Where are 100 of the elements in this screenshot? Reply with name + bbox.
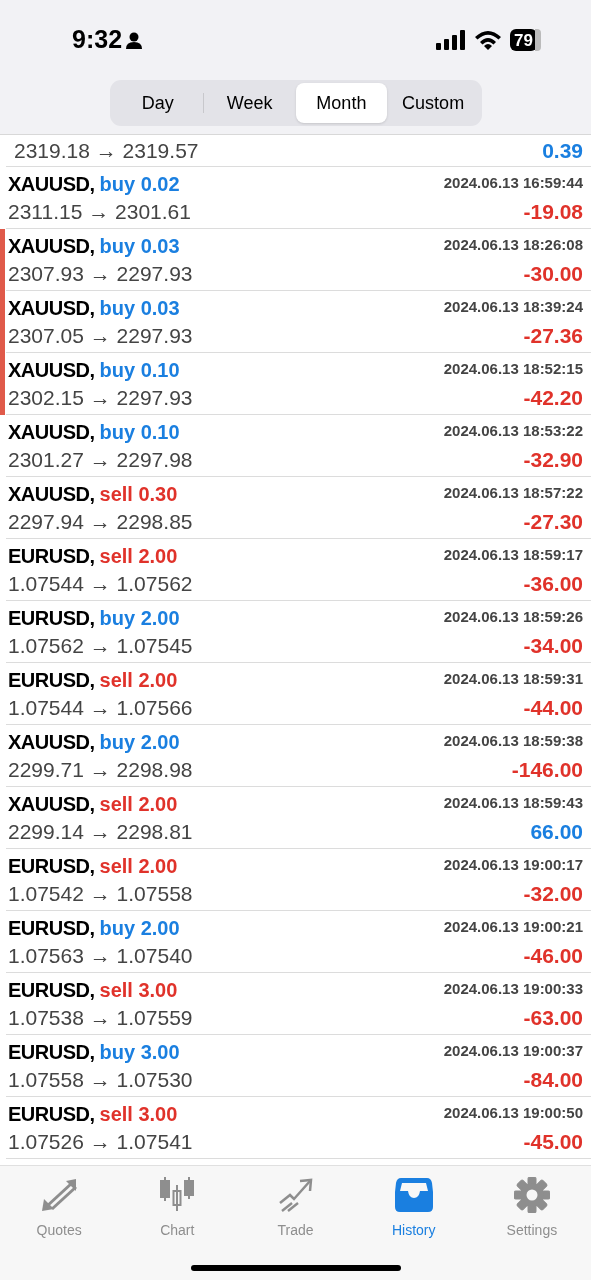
symbol-label: XAUUSD, — [8, 233, 95, 259]
order-label: buy 2.00 — [99, 915, 180, 941]
symbol-label: XAUUSD, — [8, 481, 95, 507]
symbol-label: EURUSD, — [8, 915, 95, 941]
trade-time: 2024.06.13 18:59:38 — [443, 731, 583, 752]
price-range: 1.07562 → 1.07545 — [8, 632, 193, 659]
order-label: sell 0.30 — [99, 481, 178, 507]
trade-time: 2024.06.13 19:00:50 — [443, 1103, 583, 1124]
battery-indicator: 79 — [510, 29, 541, 51]
trade-time: 2024.06.13 19:00:21 — [443, 917, 583, 938]
profit-value: -30.00 — [523, 260, 583, 287]
symbol-label: EURUSD, — [8, 1101, 95, 1127]
symbol-label: EURUSD, — [8, 543, 95, 569]
order-label: sell 3.00 — [99, 977, 178, 1003]
trade-row[interactable]: EURUSD, buy 2.00 2024.06.13 19:00:21 1.07563 → 1.07540 -46.00 — [0, 911, 591, 973]
symbol-label: EURUSD, — [8, 977, 95, 1003]
price-range: 1.07538 → 1.07559 — [8, 1004, 193, 1031]
order-label: buy 2.00 — [99, 729, 180, 755]
trade-time: 2024.06.13 19:00:17 — [443, 855, 583, 876]
order-label: buy 0.02 — [99, 171, 180, 197]
symbol-label: XAUUSD, — [8, 357, 95, 383]
profit-value: -34.00 — [523, 632, 583, 659]
signal-icon — [436, 30, 467, 50]
trade-row[interactable]: EURUSD, sell 2.00 2024.06.13 19:00:17 1.07542 → 1.07558 -32.00 — [0, 849, 591, 911]
order-label: buy 3.00 — [99, 1039, 180, 1065]
symbol-label: XAUUSD, — [8, 419, 95, 445]
profit-value: -32.90 — [523, 446, 583, 473]
trend-arrow-icon — [277, 1177, 314, 1213]
trade-row[interactable]: XAUUSD, sell 2.00 2024.06.13 18:59:43 2299.14 → 2298.81 66.00 — [0, 787, 591, 849]
symbol-label: EURUSD, — [8, 605, 95, 631]
trade-row[interactable]: XAUUSD, buy 0.03 2024.06.13 18:26:08 2307.93 → 2297.93 -30.00 — [0, 229, 591, 291]
profit-value: -42.20 — [523, 384, 583, 411]
price-range: 2299.71 → 2298.98 — [8, 756, 193, 783]
symbol-label: XAUUSD, — [8, 791, 95, 817]
trade-row[interactable]: XAUUSD, sell 0.30 2024.06.13 18:57:22 2297.94 → 2298.85 -27.30 — [0, 477, 591, 539]
trade-row[interactable]: XAUUSD, buy 0.10 2024.06.13 18:52:15 2302.15 → 2297.93 -42.20 — [0, 353, 591, 415]
trade-row[interactable]: EURUSD, sell 3.00 2024.06.13 19:00:50 1.07526 → 1.07541 -45.00 — [0, 1097, 591, 1159]
profit-value: -84.00 — [523, 1066, 583, 1093]
trade-time: 2024.06.13 18:57:22 — [443, 483, 583, 504]
price-range: 2297.94 → 2298.85 — [8, 508, 193, 535]
profit-value: -146.00 — [511, 756, 583, 783]
trade-time: 2024.06.13 18:52:15 — [443, 359, 583, 380]
profit-value: -27.30 — [523, 508, 583, 535]
trade-time: 2024.06.13 19:00:37 — [443, 1041, 583, 1062]
inbox-icon — [394, 1178, 433, 1212]
price-range: 2301.27 → 2297.98 — [8, 446, 193, 473]
profit-value: 0.39 — [542, 137, 583, 164]
profit-value: -44.00 — [523, 694, 583, 721]
trade-row[interactable]: XAUUSD, buy 0.02 2024.06.13 16:59:44 2311.15 → 2301.61 -19.08 — [0, 167, 591, 229]
order-label: sell 2.00 — [99, 853, 178, 879]
trade-row[interactable]: EURUSD, buy 2.00 2024.06.13 18:59:26 1.07562 → 1.07545 -34.00 — [0, 601, 591, 663]
tab-bar-item[interactable]: History — [354, 1176, 473, 1241]
price-range: 1.07544 → 1.07566 — [8, 694, 193, 721]
trade-row[interactable]: EURUSD, buy 3.00 2024.06.13 19:00:37 1.07558 → 1.07530 -84.00 — [0, 1035, 591, 1097]
profit-value: -27.36 — [523, 322, 583, 349]
segment-tab[interactable]: Month — [296, 83, 387, 123]
price-range: 1.07544 → 1.07562 — [8, 570, 193, 597]
price-range: 2302.15 → 2297.93 — [8, 384, 193, 411]
trade-row[interactable]: XAUUSD, buy 0.03 2024.06.13 18:39:24 2307.05 → 2297.93 -27.36 — [0, 291, 591, 353]
trade-row[interactable]: XAUUSD, buy 2.00 2024.06.13 18:59:38 2299.71 → 2298.98 -146.00 — [0, 725, 591, 787]
segment-tab[interactable]: Week — [204, 83, 295, 123]
candlestick-icon — [159, 1177, 196, 1213]
person-icon — [126, 31, 143, 49]
profit-value: -32.00 — [523, 880, 583, 907]
trade-time: 2024.06.13 18:59:26 — [443, 607, 583, 628]
segment-tab[interactable]: Custom — [387, 83, 479, 123]
price-range: 2319.18 → 2319.57 — [14, 137, 199, 164]
trade-row[interactable]: XAUUSD, buy 0.10 2024.06.13 18:53:22 2301.27 → 2297.98 -32.90 — [0, 415, 591, 477]
order-label: sell 3.00 — [99, 1101, 178, 1127]
trade-time: 2024.06.13 18:59:17 — [443, 545, 583, 566]
trade-row[interactable]: EURUSD, sell 2.00 2024.06.13 18:59:17 1.07544 → 1.07562 -36.00 — [0, 539, 591, 601]
order-label: buy 0.03 — [99, 295, 180, 321]
price-range: 1.07558 → 1.07530 — [8, 1066, 193, 1093]
profit-value: -45.00 — [523, 1128, 583, 1155]
trade-time: 2024.06.13 16:59:44 — [443, 173, 583, 194]
order-label: sell 2.00 — [99, 667, 178, 693]
profit-value: -19.08 — [523, 198, 583, 225]
profit-value: -63.00 — [523, 1004, 583, 1031]
trade-time: 2024.06.13 18:53:22 — [443, 421, 583, 442]
trade-row[interactable]: EURUSD, sell 2.00 2024.06.13 18:59:31 1.07544 → 1.07566 -44.00 — [0, 663, 591, 725]
trade-row[interactable]: EURUSD, sell 3.00 2024.06.13 19:00:33 1.07538 → 1.07559 -63.00 — [0, 973, 591, 1035]
price-range: 2311.15 → 2301.61 — [8, 198, 191, 225]
trade-time: 2024.06.13 19:00:33 — [443, 979, 583, 1000]
trade-time: 2024.06.13 18:39:24 — [443, 297, 583, 318]
order-label: buy 0.10 — [99, 357, 180, 383]
price-range: 2307.93 → 2297.93 — [8, 260, 193, 287]
price-range: 2299.14 → 2298.81 — [8, 818, 193, 845]
order-label: sell 2.00 — [99, 791, 178, 817]
profit-value: -36.00 — [523, 570, 583, 597]
order-label: buy 0.03 — [99, 233, 180, 259]
symbol-label: XAUUSD, — [8, 729, 95, 755]
trade-time: 2024.06.13 18:26:08 — [443, 235, 583, 256]
price-range: 1.07563 → 1.07540 — [8, 942, 193, 969]
symbol-label: XAUUSD, — [8, 295, 95, 321]
segment-tab[interactable]: Day — [112, 83, 204, 123]
wifi-icon — [474, 30, 503, 50]
price-range: 1.07542 → 1.07558 — [8, 880, 193, 907]
clock-time: 9:32 — [72, 24, 123, 56]
symbol-label: EURUSD, — [8, 667, 95, 693]
trade-time: 2024.06.13 18:59:43 — [443, 793, 583, 814]
